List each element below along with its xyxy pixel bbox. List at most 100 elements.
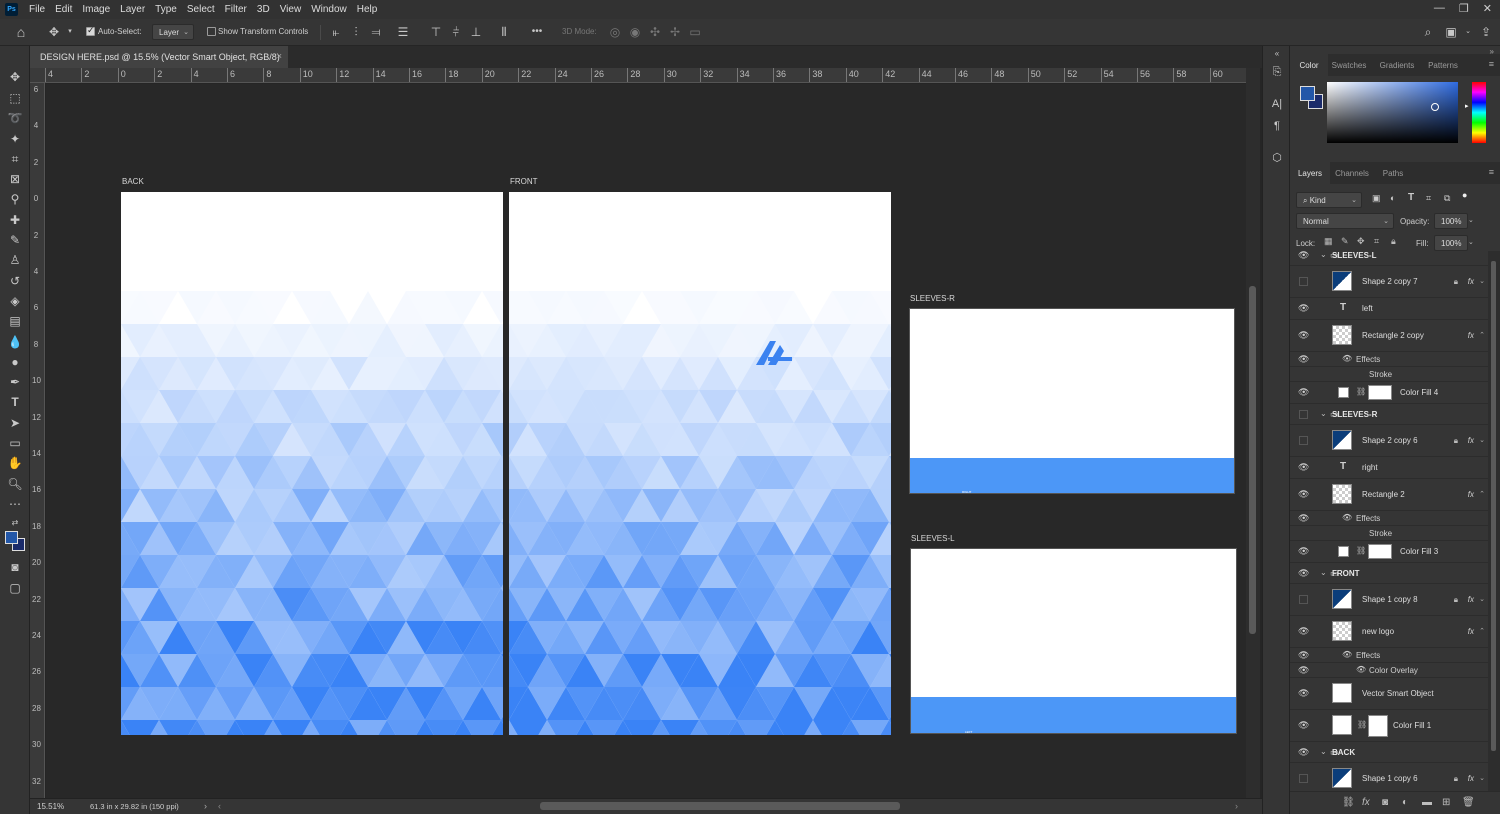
fx-icon[interactable]: fx	[1468, 331, 1474, 340]
layer-row[interactable]: Stroke	[1290, 367, 1488, 382]
new-group-icon[interactable]: ▬	[1422, 797, 1432, 808]
align-middle-v-icon[interactable]: ⫩	[448, 24, 464, 40]
close-window-button[interactable]: ✕	[1483, 2, 1492, 15]
effects-expand-chevron-icon[interactable]: ⌃	[1479, 490, 1485, 498]
artboard-sleeves-l[interactable]: LEFT	[910, 548, 1237, 734]
fx-icon[interactable]: fx	[1468, 436, 1474, 445]
layer-row[interactable]: 👁︎ ⛓ Color Fill 3	[1290, 541, 1488, 563]
group-expand-chevron-icon[interactable]: ⌄	[1320, 747, 1327, 756]
effects-eye-icon[interactable]: 👁︎	[1342, 513, 1352, 522]
tool-preset-chevron-icon[interactable]: ▾	[62, 24, 78, 40]
3d-pan-icon[interactable]: ✣	[647, 24, 663, 40]
visibility-toggle-off[interactable]	[1299, 436, 1308, 445]
tab-paths[interactable]: Paths	[1374, 162, 1412, 184]
restore-button[interactable]: ❐	[1459, 2, 1469, 15]
visibility-toggle-off[interactable]	[1299, 774, 1308, 783]
effects-expand-chevron-icon[interactable]: ⌄	[1479, 595, 1485, 603]
layer-scroll-thumb[interactable]	[1491, 261, 1496, 751]
home-icon[interactable]: ⌂	[13, 24, 29, 40]
layer-group-row[interactable]: 👁︎ ⌄ ▭ BACK	[1290, 742, 1488, 763]
quick-mask-icon[interactable]: ◙	[6, 558, 24, 576]
distribute-v-icon[interactable]: ⦀	[496, 24, 512, 40]
layer-list-scrollbar[interactable]	[1488, 251, 1500, 791]
fx-icon[interactable]: fx	[1468, 774, 1474, 783]
vertical-ruler[interactable]: 6 4 2 0 2 4 6 8 10 12 14 16 18 20 22 24 26 28 30 32	[30, 83, 45, 798]
status-menu-chevron-icon[interactable]: ›	[204, 801, 207, 811]
vertical-scroll-thumb[interactable]	[1249, 286, 1256, 634]
mask-thumbnail[interactable]	[1368, 385, 1392, 400]
eraser-tool-icon[interactable]: ◈	[6, 292, 24, 310]
gradient-tool-icon[interactable]: ▤	[6, 312, 24, 330]
close-tab-button[interactable]: ×	[277, 51, 282, 61]
new-adjustment-icon[interactable]: ◐	[1402, 797, 1408, 808]
align-top-icon[interactable]: ⊤	[428, 24, 444, 40]
layer-row[interactable]: 👁︎ 👁︎ Color Overlay	[1290, 663, 1488, 678]
filter-adjustment-icon[interactable]: ◐	[1390, 193, 1395, 203]
crop-tool-icon[interactable]: ⌗	[6, 150, 24, 168]
canvas-vertical-scrollbar[interactable]	[1246, 68, 1260, 798]
layer-row[interactable]: Shape 1 copy 8 🔒︎ fx ⌄	[1290, 584, 1488, 616]
share-icon[interactable]: ⇪	[1478, 24, 1494, 40]
layer-row[interactable]: 👁︎ 👁︎ Effects	[1290, 352, 1488, 367]
type-tool-icon[interactable]: T	[6, 393, 24, 411]
effects-expand-chevron-icon[interactable]: ⌄	[1479, 774, 1485, 782]
foreground-color-swatch[interactable]	[5, 531, 18, 544]
path-selection-tool-icon[interactable]: ➤	[6, 414, 24, 432]
lock-artboard-icon[interactable]: ⌗	[1374, 236, 1379, 247]
eye-icon[interactable]: 👁︎	[1298, 354, 1309, 365]
blur-tool-icon[interactable]: 💧	[6, 333, 24, 351]
eye-icon[interactable]: 👁︎	[1298, 387, 1309, 398]
layer-row[interactable]: 👁︎ Tleft	[1290, 298, 1488, 320]
layer-group-row[interactable]: ⌄ ▭ SLEEVES-R	[1290, 404, 1488, 425]
filter-smart-object-icon[interactable]: ⧉	[1444, 193, 1450, 204]
lock-all-icon[interactable]: 🔒︎	[1391, 236, 1396, 247]
eye-icon[interactable]: 👁︎	[1298, 330, 1309, 341]
eye-icon[interactable]: 👁︎	[1298, 303, 1309, 314]
layer-row[interactable]: 👁︎ Rectangle 2 copy fx ⌃	[1290, 320, 1488, 352]
marquee-tool-icon[interactable]: ⬚	[6, 89, 24, 107]
eye-icon[interactable]: 👁︎	[1298, 720, 1309, 731]
workspace-icon[interactable]: ▣	[1443, 24, 1459, 40]
fill-chevron-icon[interactable]: ⌄	[1468, 238, 1474, 246]
eye-icon[interactable]: 👁︎	[1298, 546, 1309, 557]
magic-wand-tool-icon[interactable]: ✦	[6, 130, 24, 148]
artboard-back[interactable]	[121, 192, 503, 735]
menu-filter[interactable]: Filter	[220, 4, 252, 15]
visibility-toggle-off[interactable]	[1299, 277, 1308, 286]
layer-row[interactable]: 👁︎ 👁︎ Effects	[1290, 648, 1488, 663]
menu-image[interactable]: Image	[77, 4, 115, 15]
align-right-icon[interactable]: ⫤	[368, 24, 384, 40]
eye-icon[interactable]: 👁︎	[1298, 747, 1309, 758]
artboard-label-back[interactable]: BACK	[122, 177, 144, 186]
blend-mode-dropdown[interactable]: Normal ⌄	[1296, 213, 1394, 229]
rectangle-tool-icon[interactable]: ▭	[6, 434, 24, 452]
layer-row[interactable]: 👁︎ 👁︎ Effects	[1290, 511, 1488, 526]
search-icon[interactable]: ⌕	[1420, 24, 1436, 40]
lock-position-icon[interactable]: ✥	[1357, 236, 1365, 247]
eye-icon[interactable]: 👁︎	[1298, 251, 1309, 261]
layer-row[interactable]: Shape 2 copy 7 🔒︎ fx ⌄	[1290, 266, 1488, 298]
eye-icon[interactable]: 👁︎	[1298, 626, 1309, 637]
fx-icon[interactable]: fx	[1468, 490, 1474, 499]
horizontal-scroll-thumb[interactable]	[540, 802, 900, 810]
eye-icon[interactable]: 👁︎	[1298, 568, 1309, 579]
history-brush-tool-icon[interactable]: ↺	[6, 272, 24, 290]
eye-icon[interactable]: 👁︎	[1298, 489, 1309, 500]
tab-channels[interactable]: Channels	[1330, 162, 1374, 184]
effects-expand-chevron-icon[interactable]: ⌃	[1479, 331, 1485, 339]
artboard-label-sleeves-l[interactable]: SLEEVES-L	[911, 534, 955, 543]
layer-group-row[interactable]: 👁︎ ⌄ ▭ SLEEVES-L	[1290, 251, 1488, 266]
add-mask-icon[interactable]: ◙	[1382, 797, 1388, 808]
align-center-h-icon[interactable]: ⫶	[348, 24, 364, 40]
hue-slider-arrow-icon[interactable]: ▸	[1465, 102, 1469, 110]
add-style-icon[interactable]: fx	[1362, 797, 1370, 808]
layer-row[interactable]: Stroke	[1290, 526, 1488, 541]
3d-orbit-icon[interactable]: ◎	[607, 24, 623, 40]
link-layers-icon[interactable]: ⛓	[1342, 797, 1355, 808]
effects-eye-icon[interactable]: 👁︎	[1342, 354, 1352, 363]
layer-row[interactable]: 👁︎ new logo fx ⌃	[1290, 616, 1488, 648]
tab-gradients[interactable]: Gradients	[1374, 54, 1420, 76]
horizontal-ruler[interactable]: 4 2 0 2 4 6 8 10 12 14 16 18 20 22 24 26 28 30 32 34 36 38 40 4…	[30, 68, 1246, 83]
zoom-level[interactable]: 15.51%	[37, 802, 64, 811]
fx-icon[interactable]: fx	[1468, 277, 1474, 286]
